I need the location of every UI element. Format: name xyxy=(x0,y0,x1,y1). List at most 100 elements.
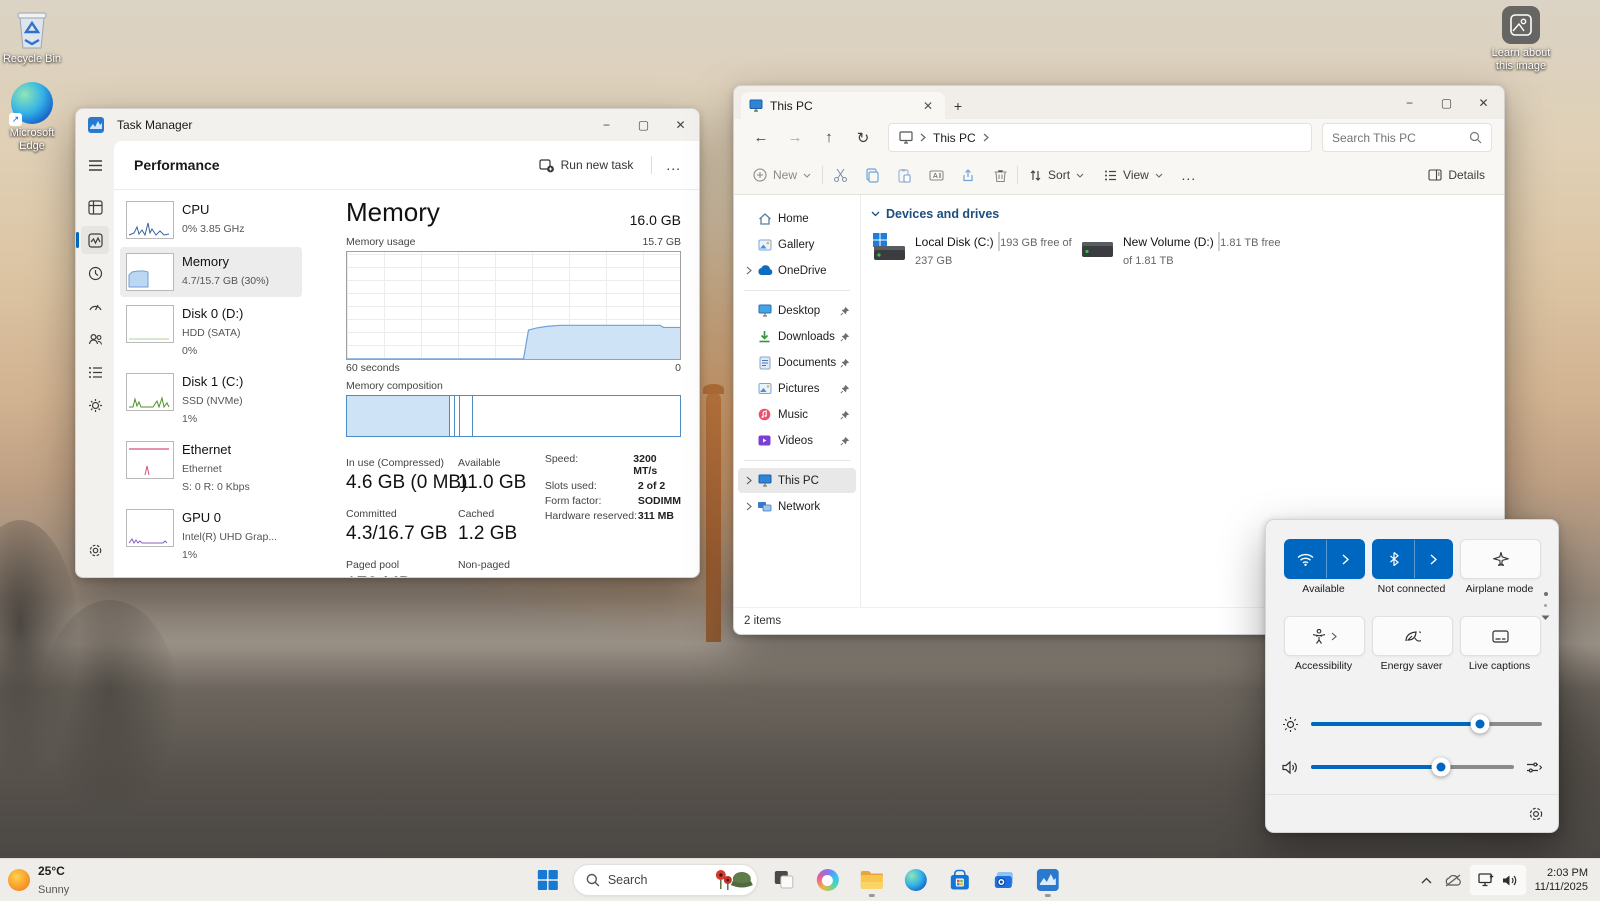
details-pane-button[interactable]: Details xyxy=(1419,161,1494,190)
wifi-icon[interactable] xyxy=(1285,540,1327,578)
delete-button[interactable] xyxy=(985,161,1015,190)
drive-new-volume-d[interactable]: New Volume (D:) 1.81 TB free of 1.81 TB xyxy=(1079,233,1287,269)
maximize-button[interactable]: ▢ xyxy=(1428,89,1465,117)
minimize-button[interactable]: − xyxy=(588,111,625,139)
tab-close-button[interactable]: ✕ xyxy=(919,99,937,113)
drive-name: Local Disk (C:) xyxy=(915,235,994,249)
copy-button[interactable] xyxy=(857,161,887,190)
breadcrumb[interactable]: This PC xyxy=(933,131,976,145)
more-options-button[interactable]: ... xyxy=(662,157,685,173)
pager-dot[interactable] xyxy=(1544,592,1548,596)
tab-startup-apps[interactable] xyxy=(81,292,109,320)
sidebar-item-network[interactable]: Network xyxy=(738,494,856,519)
settings-gear-icon[interactable] xyxy=(81,536,109,564)
tab-this-pc[interactable]: This PC ✕ xyxy=(741,92,945,119)
microsoft-store-button[interactable] xyxy=(941,863,978,897)
wifi-tile[interactable] xyxy=(1284,539,1365,579)
tab-services[interactable] xyxy=(81,391,109,419)
tab-performance[interactable] xyxy=(81,226,109,254)
airplane-mode-tile[interactable] xyxy=(1460,539,1541,579)
volume-slider-thumb[interactable] xyxy=(1431,758,1450,777)
drive-local-disk-c[interactable]: Local Disk (C:) 193 GB free of 237 GB xyxy=(871,233,1079,269)
more-options-button[interactable]: ... xyxy=(1174,161,1204,190)
sidebar-item-this-pc[interactable]: This PC xyxy=(738,468,856,493)
sidebar-item-pictures[interactable]: Pictures xyxy=(738,376,856,401)
desktop-icon-learn-about-image[interactable]: Learn about this image xyxy=(1481,6,1561,73)
minimize-button[interactable]: − xyxy=(1391,89,1428,117)
onedrive-paused-icon[interactable] xyxy=(1439,864,1467,896)
perf-item-ethernet[interactable]: EthernetEthernetS: 0 R: 0 Kbps xyxy=(120,435,302,501)
forward-button[interactable]: → xyxy=(780,124,810,152)
volume-slider[interactable] xyxy=(1311,765,1514,769)
weather-widget[interactable]: 25°C Sunny xyxy=(8,859,69,901)
task-manager-titlebar[interactable]: Task Manager − ▢ ✕ xyxy=(76,109,699,141)
brightness-slider[interactable] xyxy=(1311,722,1542,726)
cut-button[interactable] xyxy=(825,161,855,190)
wifi-expand-chevron[interactable] xyxy=(1327,540,1364,578)
address-bar[interactable]: This PC xyxy=(888,123,1312,152)
run-new-task-button[interactable]: Run new task xyxy=(531,153,642,178)
sidebar-item-documents[interactable]: Documents xyxy=(738,350,856,375)
brightness-slider-thumb[interactable] xyxy=(1470,715,1489,734)
back-button[interactable]: ← xyxy=(746,124,776,152)
new-button[interactable]: New xyxy=(744,161,820,190)
bluetooth-icon[interactable] xyxy=(1373,540,1415,578)
tab-users[interactable] xyxy=(81,325,109,353)
tray-clock[interactable]: 2:03 PM 11/11/2025 xyxy=(1535,866,1588,895)
search-doodle-poppies[interactable] xyxy=(714,867,754,893)
tray-overflow-chevron[interactable] xyxy=(1416,864,1437,896)
quick-settings-pager[interactable] xyxy=(1541,592,1550,621)
close-button[interactable]: ✕ xyxy=(662,111,699,139)
bluetooth-expand-chevron[interactable] xyxy=(1415,540,1452,578)
audio-output-picker-icon[interactable] xyxy=(1526,761,1542,774)
tab-processes[interactable] xyxy=(81,193,109,221)
bluetooth-tile[interactable] xyxy=(1372,539,1453,579)
share-button[interactable] xyxy=(953,161,983,190)
search-input[interactable]: Search This PC xyxy=(1322,123,1492,152)
sidebar-item-home[interactable]: Home xyxy=(738,206,856,231)
sort-button[interactable]: Sort xyxy=(1020,161,1093,190)
perf-item-memory[interactable]: Memory4.7/15.7 GB (30%) xyxy=(120,247,302,297)
tab-details[interactable] xyxy=(81,358,109,386)
tab-app-history[interactable] xyxy=(81,259,109,287)
menu-hamburger-icon[interactable] xyxy=(81,151,109,179)
copilot-button[interactable] xyxy=(809,863,846,897)
group-header-devices[interactable]: Devices and drives xyxy=(871,207,1504,221)
taskbar-search[interactable]: Search xyxy=(573,864,758,896)
perf-item-gpu[interactable]: GPU 0Intel(R) UHD Grap...1% xyxy=(120,503,302,569)
task-manager-button[interactable] xyxy=(1029,863,1066,897)
sidebar-item-videos[interactable]: Videos xyxy=(738,428,856,453)
edge-button[interactable] xyxy=(897,863,934,897)
start-button[interactable] xyxy=(529,863,566,897)
perf-item-cpu[interactable]: CPU0% 3.85 GHz xyxy=(120,195,302,245)
energy-saver-tile[interactable] xyxy=(1372,616,1453,656)
sidebar-item-downloads[interactable]: Downloads xyxy=(738,324,856,349)
close-button[interactable]: ✕ xyxy=(1465,89,1502,117)
paste-button[interactable] xyxy=(889,161,919,190)
desktop-icon-edge[interactable]: ↗ Microsoft Edge xyxy=(0,82,72,153)
desktop-icon-recycle-bin[interactable]: Recycle Bin xyxy=(0,8,72,66)
perf-item-disk0[interactable]: Disk 0 (D:)HDD (SATA)0% xyxy=(120,299,302,365)
sidebar-item-desktop[interactable]: Desktop xyxy=(738,298,856,323)
new-tab-button[interactable]: + xyxy=(945,93,971,119)
accessibility-tile[interactable] xyxy=(1284,616,1365,656)
file-explorer-button[interactable] xyxy=(853,863,890,897)
weather-temp: 25°C xyxy=(38,864,65,878)
new-task-icon xyxy=(539,158,554,173)
live-captions-tile[interactable] xyxy=(1460,616,1541,656)
rename-button[interactable]: A xyxy=(921,161,951,190)
sidebar-item-gallery[interactable]: Gallery xyxy=(738,232,856,257)
settings-gear-icon[interactable] xyxy=(1528,806,1544,822)
pager-dot[interactable] xyxy=(1544,604,1547,607)
perf-item-disk1[interactable]: Disk 1 (C:)SSD (NVMe)1% xyxy=(120,367,302,433)
outlook-button[interactable] xyxy=(985,863,1022,897)
sidebar-item-music[interactable]: Music xyxy=(738,402,856,427)
network-volume-flyout-button[interactable] xyxy=(1469,864,1527,896)
maximize-button[interactable]: ▢ xyxy=(625,111,662,139)
sidebar-item-onedrive[interactable]: OneDrive xyxy=(738,258,856,283)
composition-label: Memory composition xyxy=(346,380,443,392)
view-button[interactable]: View xyxy=(1095,161,1172,190)
up-button[interactable]: ↑ xyxy=(814,124,844,152)
task-view-button[interactable] xyxy=(765,863,802,897)
refresh-button[interactable]: ↻ xyxy=(848,124,878,152)
